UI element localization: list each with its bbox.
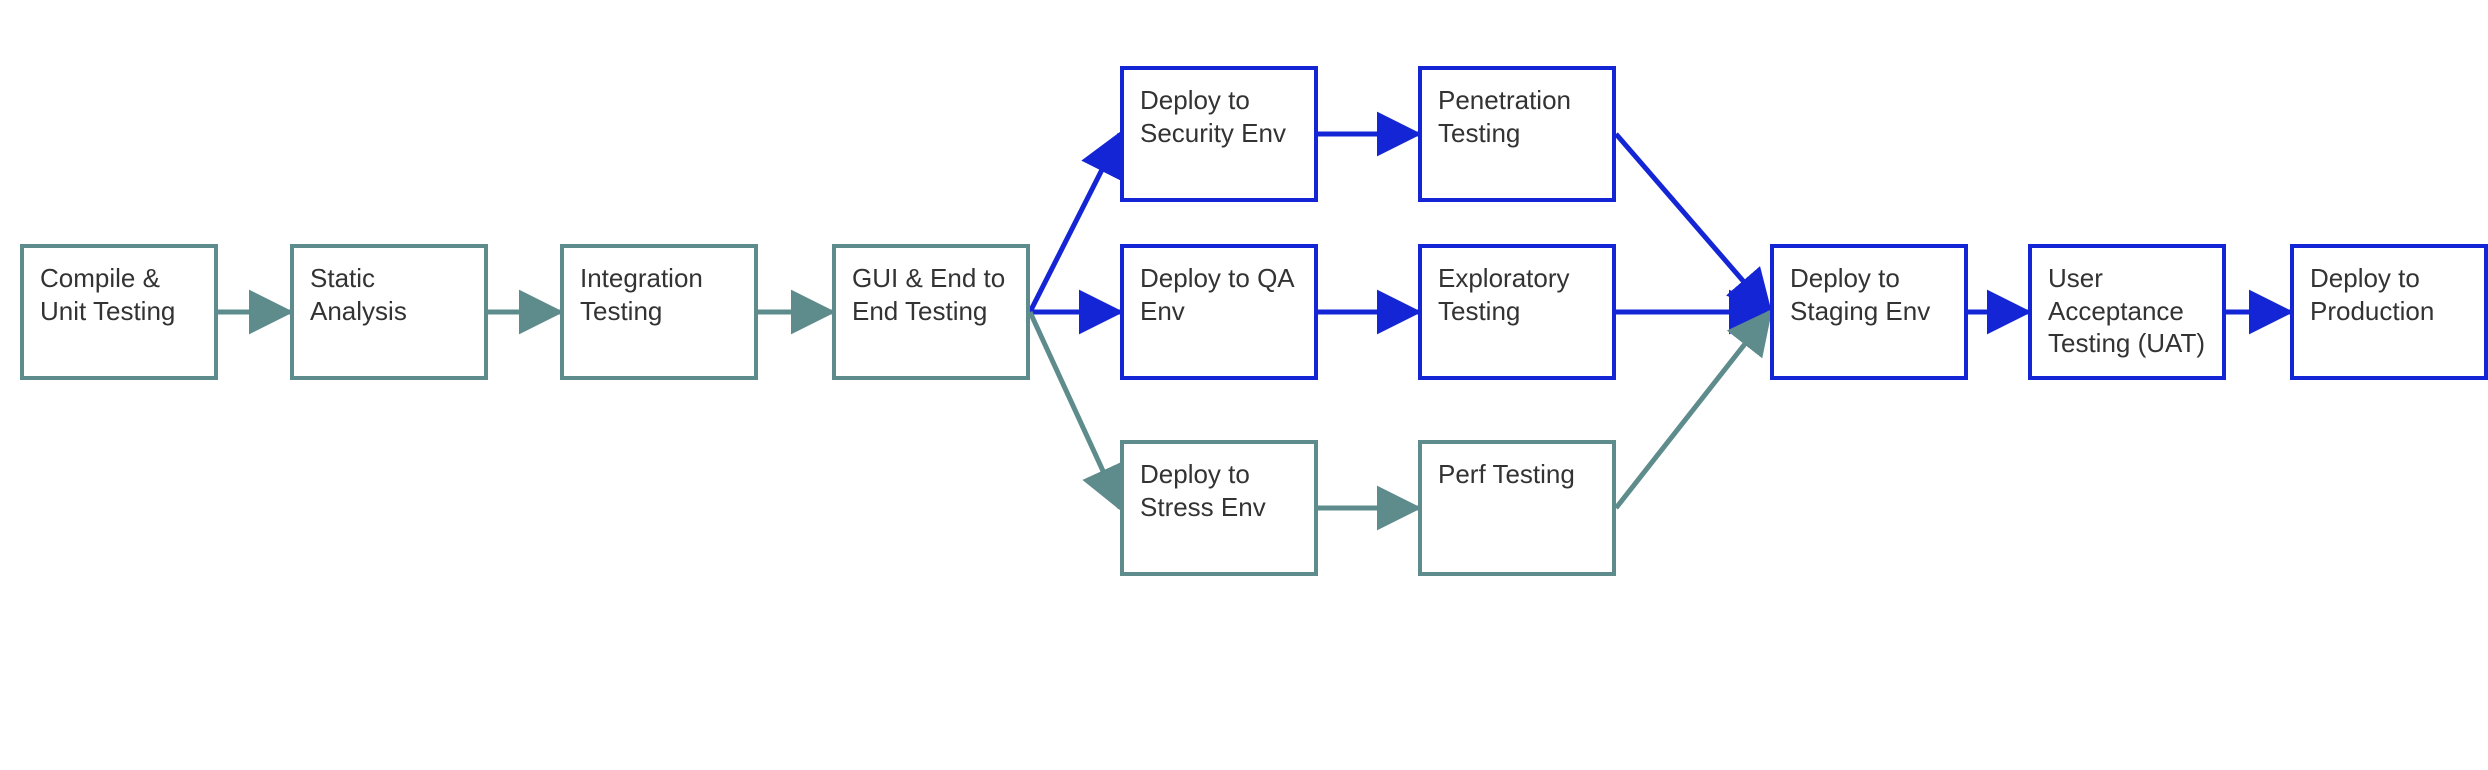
node-label: Deploy to Staging Env xyxy=(1790,262,1948,327)
node-label: Deploy to Security Env xyxy=(1140,84,1298,149)
node-gui-end-to-end-testing: GUI & End to End Testing xyxy=(832,244,1030,380)
node-label: Deploy to Production xyxy=(2310,262,2468,327)
node-label: Perf Testing xyxy=(1438,458,1575,491)
node-label: Static Analysis xyxy=(310,262,468,327)
node-user-acceptance-testing: User Acceptance Testing (UAT) xyxy=(2028,244,2226,380)
node-label: Compile & Unit Testing xyxy=(40,262,198,327)
node-label: User Acceptance Testing (UAT) xyxy=(2048,262,2206,360)
node-label: Deploy to Stress Env xyxy=(1140,458,1298,523)
node-deploy-security-env: Deploy to Security Env xyxy=(1120,66,1318,202)
node-exploratory-testing: Exploratory Testing xyxy=(1418,244,1616,380)
node-deploy-stress-env: Deploy to Stress Env xyxy=(1120,440,1318,576)
node-integration-testing: Integration Testing xyxy=(560,244,758,380)
edge-penetration-to-staging xyxy=(1616,134,1770,312)
node-compile-unit-testing: Compile & Unit Testing xyxy=(20,244,218,380)
node-deploy-staging-env: Deploy to Staging Env xyxy=(1770,244,1968,380)
node-label: Deploy to QA Env xyxy=(1140,262,1298,327)
node-deploy-production: Deploy to Production xyxy=(2290,244,2488,380)
edge-gui-to-deploySecurity xyxy=(1030,134,1120,312)
node-label: Penetration Testing xyxy=(1438,84,1596,149)
edge-gui-to-deployStress xyxy=(1030,312,1120,508)
pipeline-diagram: Compile & Unit Testing Static Analysis I… xyxy=(0,0,2488,770)
node-deploy-qa-env: Deploy to QA Env xyxy=(1120,244,1318,380)
node-label: Integration Testing xyxy=(580,262,738,327)
node-static-analysis: Static Analysis xyxy=(290,244,488,380)
edge-perf-to-staging xyxy=(1616,312,1770,508)
node-label: GUI & End to End Testing xyxy=(852,262,1010,327)
node-penetration-testing: Penetration Testing xyxy=(1418,66,1616,202)
node-label: Exploratory Testing xyxy=(1438,262,1596,327)
node-perf-testing: Perf Testing xyxy=(1418,440,1616,576)
